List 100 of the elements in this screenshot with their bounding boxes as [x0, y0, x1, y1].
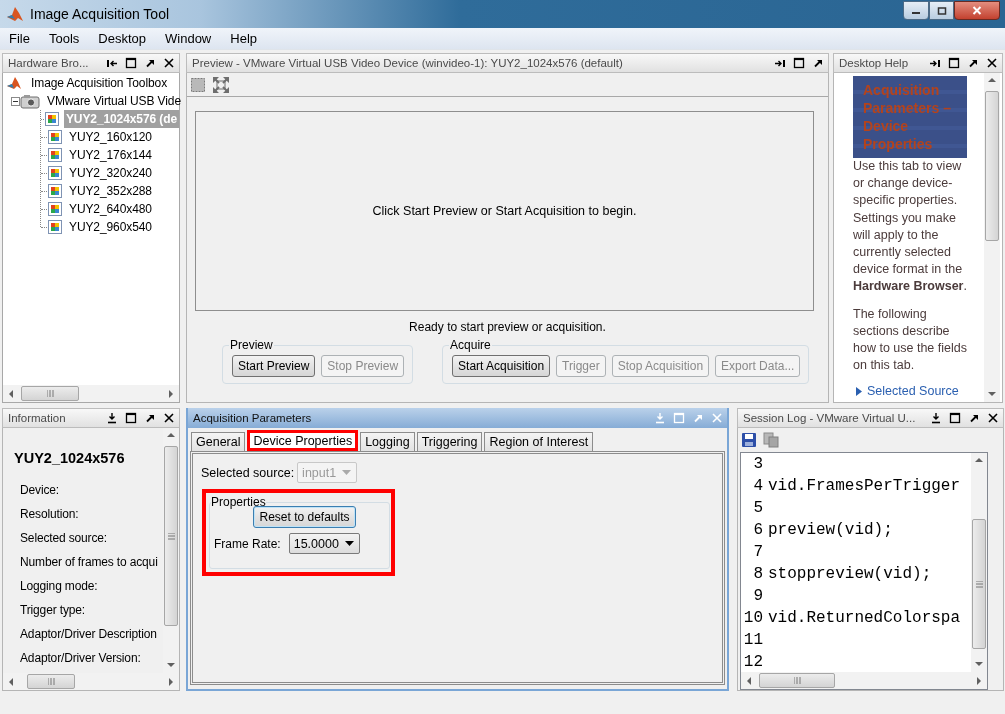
field-label: Adaptor/Driver Description — [19, 626, 158, 643]
maximize-icon[interactable] — [793, 57, 805, 69]
copy-icon[interactable] — [763, 432, 779, 448]
tab[interactable]: Region of Interest — [484, 432, 594, 451]
dock-icon[interactable] — [929, 57, 941, 69]
field-label: Logging mode: — [19, 578, 99, 595]
close-icon[interactable] — [986, 57, 998, 69]
tree-item[interactable]: YUY2_352x288 — [67, 182, 154, 200]
dock-icon[interactable] — [930, 412, 942, 424]
tab[interactable]: Logging — [360, 432, 415, 451]
panel-title: Hardware Bro... — [8, 57, 90, 69]
line-number: 7 — [752, 543, 763, 561]
line-number: 9 — [752, 587, 763, 605]
triangle-icon[interactable] — [856, 386, 862, 396]
group-label: Acquire — [449, 338, 492, 352]
undock-icon[interactable] — [812, 57, 824, 69]
format-icon — [43, 111, 60, 127]
grip-icon — [793, 677, 801, 684]
line-number: 11 — [742, 631, 763, 649]
menu-item[interactable]: Help — [223, 29, 265, 48]
line-number: 8 — [752, 565, 763, 583]
dotted-square-icon[interactable] — [190, 76, 206, 93]
minimize-button[interactable] — [903, 1, 929, 20]
menu-item[interactable]: Window — [158, 29, 220, 48]
panel-title: Acquisition Parameters — [193, 412, 313, 424]
help-link[interactable]: Selected Source — [867, 384, 959, 399]
group-label: Properties — [211, 495, 266, 509]
tab[interactable]: Device Properties — [247, 430, 359, 451]
tab[interactable]: Triggering — [416, 432, 483, 451]
tree-item[interactable]: YUY2_160x120 — [67, 128, 154, 146]
frame-rate-dropdown[interactable]: 15.0000 — [288, 533, 360, 554]
window-title: Image Acquisition Tool — [30, 6, 171, 22]
help-paragraph: The following sections describe how to use the fields on this tab. — [853, 305, 968, 375]
undock-icon[interactable] — [968, 412, 980, 424]
vertical-scrollbar[interactable] — [971, 453, 987, 672]
collapse-icon[interactable] — [11, 96, 20, 106]
line-number: 12 — [742, 653, 763, 671]
line-number: 5 — [752, 499, 763, 517]
maximize-icon[interactable] — [125, 412, 137, 424]
close-icon — [972, 6, 982, 15]
grip-icon — [975, 580, 983, 588]
panel-title: Information — [8, 412, 67, 424]
field-label: Trigger type: — [19, 602, 86, 619]
dock-icon[interactable] — [774, 57, 786, 69]
panel-title: Preview - VMware Virtual USB Video Device (winvideo-1): YUY2_1024x576 (default) — [192, 57, 624, 69]
field-label: Resolution: — [19, 506, 80, 523]
tree-item[interactable]: YUY2_176x144 — [67, 146, 154, 164]
field-label: Number of frames to acqui — [19, 554, 159, 571]
help-heading: Acquisition Parameters – Device Properties — [853, 76, 967, 158]
menu-item[interactable]: Tools — [41, 29, 88, 48]
field-label: Selected source: — [19, 530, 108, 547]
line-number: 10 — [742, 609, 763, 627]
grip-icon — [47, 678, 55, 685]
tab[interactable]: General — [191, 432, 246, 451]
maximize-icon — [936, 6, 947, 15]
dock-icon[interactable] — [106, 412, 118, 424]
camera-icon — [20, 93, 40, 109]
action-button[interactable]: Start Preview — [232, 355, 316, 377]
horizontal-scrollbar[interactable] — [3, 385, 179, 402]
action-button[interactable]: Start Acquisition — [452, 355, 551, 377]
help-paragraph: Use this tab to view or change device-specific properties. Settings you make will apply to the currently selected device format in the Hardware Browser. — [853, 158, 968, 296]
code-line: vid.ReturnedColorspa — [768, 609, 961, 627]
field-label: Frame Rate: — [214, 536, 281, 551]
caret-icon — [344, 541, 354, 546]
maximize-icon[interactable] — [948, 57, 960, 69]
reset-button[interactable]: Reset to defaults — [253, 506, 356, 528]
close-icon[interactable] — [987, 412, 999, 424]
menu-item[interactable]: Desktop — [91, 29, 154, 48]
tree-item[interactable]: YUY2_640x480 — [67, 200, 154, 218]
vertical-scrollbar[interactable] — [984, 73, 1000, 402]
close-icon[interactable] — [163, 57, 175, 69]
tree-item[interactable]: VMware Virtual USB Vide — [45, 92, 183, 110]
format-icon — [47, 165, 63, 181]
close-icon[interactable] — [163, 412, 175, 424]
group-label: Preview — [229, 338, 274, 352]
tree-item[interactable]: YUY2_960x540 — [67, 218, 154, 236]
line-number: 4 — [752, 477, 763, 495]
code-line: vid.FramesPerTrigger — [768, 477, 961, 495]
undock-icon[interactable] — [967, 57, 979, 69]
peak-icon — [6, 5, 24, 23]
close-button[interactable] — [954, 1, 1000, 20]
panel-title: Desktop Help — [839, 57, 910, 69]
undock-icon[interactable] — [144, 412, 156, 424]
save-icon[interactable] — [741, 432, 757, 448]
maximize-icon[interactable] — [125, 57, 137, 69]
maximize-icon[interactable] — [949, 412, 961, 424]
format-icon — [47, 147, 63, 163]
grip-icon — [167, 532, 175, 540]
dock-icon[interactable] — [106, 57, 118, 69]
caret-icon — [342, 470, 352, 475]
format-icon — [47, 183, 63, 199]
fullscreen-icon[interactable] — [212, 75, 230, 94]
tree-item[interactable]: Image Acquisition Toolbox — [29, 74, 170, 92]
maximize-button[interactable] — [929, 1, 954, 20]
menu-item[interactable]: File — [2, 29, 38, 48]
undock-icon[interactable] — [144, 57, 156, 69]
tree-item[interactable]: YUY2_320x240 — [67, 164, 154, 182]
code-line: stoppreview(vid); — [768, 565, 932, 583]
field-label: Adaptor/Driver Version: — [19, 650, 142, 667]
grip-icon — [46, 390, 54, 397]
